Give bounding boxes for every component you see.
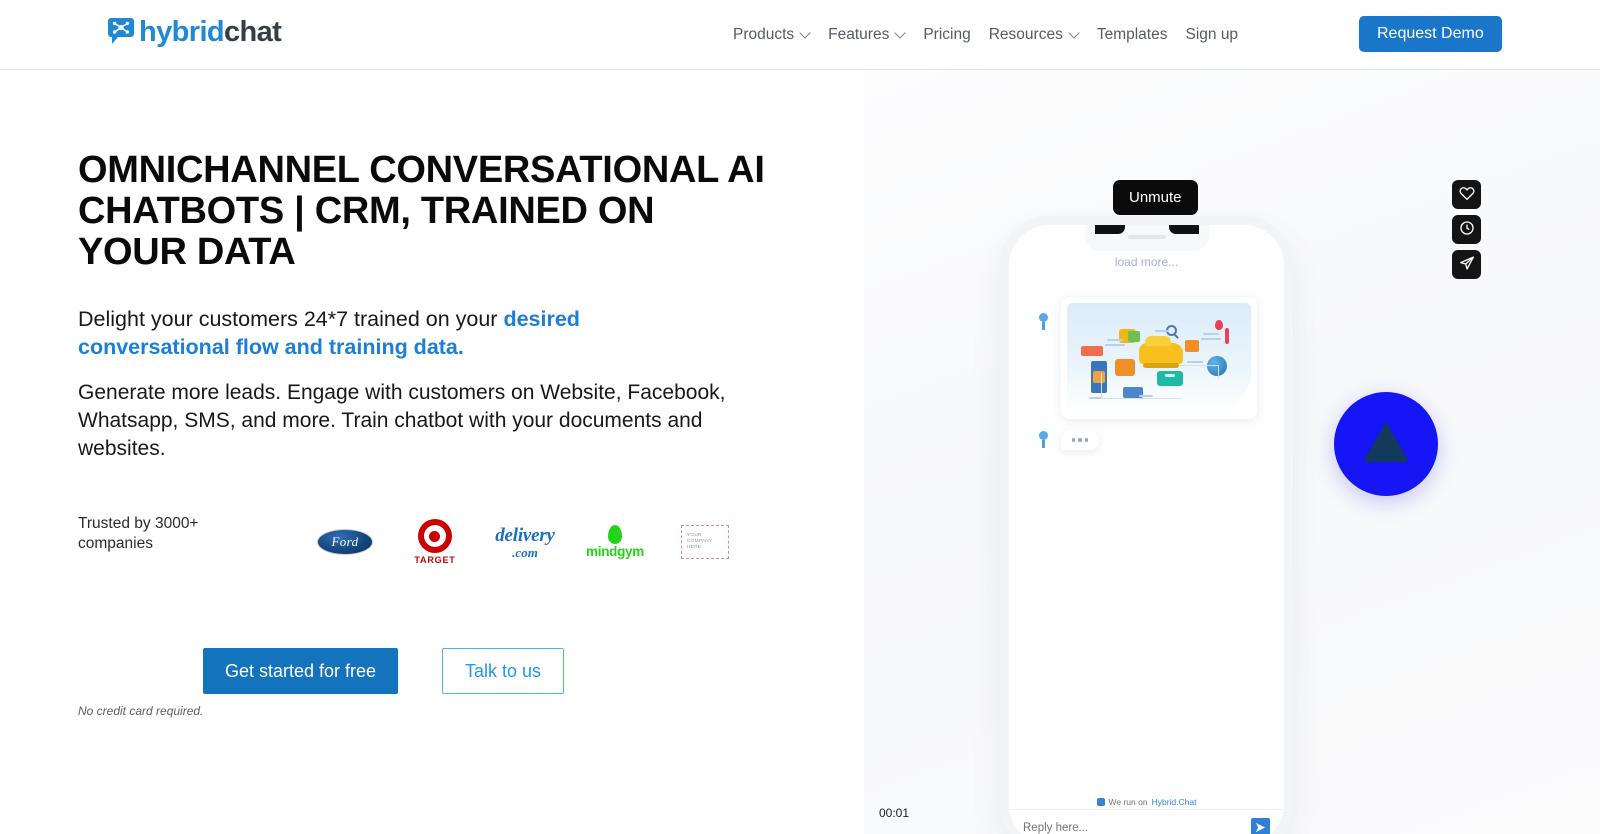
phone-mockup: load more... We run on Hybrid.Chat Reply… (1009, 225, 1284, 834)
typing-indicator (1061, 430, 1099, 450)
target-logo-text: TARGET (414, 555, 456, 565)
hero-subheading-plain: Delight your customers 24*7 trained on y… (78, 307, 504, 331)
mindgym-logo-text: mindgym (586, 544, 644, 560)
nav-label: Templates (1096, 26, 1168, 43)
chat-card-message (1061, 297, 1257, 419)
watch-later-button[interactable] (1452, 215, 1481, 244)
placeholder-logo: YOUR COMPANY HERE (660, 512, 750, 572)
phone-notch (1084, 225, 1209, 251)
notch-ear-right (1168, 225, 1199, 234)
heart-icon (1459, 185, 1475, 204)
chat-bubble-network-icon (106, 17, 136, 47)
send-paper-plane-icon (1459, 255, 1475, 274)
main-navigation: Products Features Pricing Resources Temp… (733, 0, 1247, 70)
chat-reply-bar (1009, 809, 1284, 834)
nav-item-products[interactable]: Products (733, 0, 819, 70)
powered-by-prefix: We run on (1108, 797, 1148, 807)
delivery-logo-text-top: delivery (495, 524, 555, 546)
no-credit-card-note: No credit card required. (78, 704, 204, 718)
reply-input[interactable] (1023, 821, 1251, 834)
nav-item-templates[interactable]: Templates (1088, 0, 1177, 70)
nav-item-features[interactable]: Features (819, 0, 914, 70)
chevron-down-icon (896, 29, 905, 38)
get-started-button[interactable]: Get started for free (203, 648, 398, 694)
bot-avatar (1039, 313, 1048, 330)
hero-video-player[interactable]: Unmute load more... We run on Hybrid.Cha… (864, 70, 1600, 834)
load-more-label[interactable]: load more... (1009, 255, 1284, 269)
cta-button-row: Get started for free Talk to us (203, 648, 564, 694)
brand-logo[interactable]: hybridchat (106, 16, 282, 48)
brand-wordmark-part2: chat (224, 16, 282, 48)
brand-wordmark: hybridchat (139, 16, 282, 48)
client-logo-row: Ford TARGET delivery .com mindgym YOUR C… (300, 512, 750, 572)
hero-description: Generate more leads. Engage with custome… (78, 381, 726, 460)
hybrid-chat-mark-icon (1096, 798, 1105, 806)
delivery-logo: delivery .com (480, 512, 570, 572)
nav-item-pricing[interactable]: Pricing (914, 0, 979, 70)
nav-label: Resources (988, 26, 1063, 43)
nav-label: Features (828, 26, 890, 43)
powered-by-brand: Hybrid.Chat (1151, 797, 1197, 807)
mindgym-logo: mindgym (570, 512, 660, 572)
send-arrow-icon[interactable] (1251, 818, 1270, 834)
video-side-actions (1452, 180, 1481, 279)
travel-isometric-illustration (1067, 303, 1251, 413)
bot-avatar (1039, 431, 1048, 448)
chevron-down-icon (1070, 29, 1079, 38)
nav-label: Pricing (923, 26, 971, 43)
mindgym-mark-icon (608, 525, 622, 545)
site-header: hybridchat Products Features Pricing Res… (0, 0, 1600, 70)
target-logo: TARGET (390, 512, 480, 572)
talk-to-us-button[interactable]: Talk to us (442, 648, 564, 694)
brand-wordmark-part1: hybrid (139, 16, 225, 48)
video-timestamp: 00:01 (879, 806, 910, 820)
chevron-down-icon (801, 29, 810, 38)
ford-logo: Ford (300, 512, 390, 572)
play-button[interactable] (1334, 392, 1438, 496)
play-triangle-icon (1363, 422, 1409, 462)
nav-item-signup[interactable]: Sign up (1176, 0, 1247, 70)
clock-icon (1459, 220, 1475, 239)
notch-ear-left (1094, 225, 1125, 234)
nav-label: Sign up (1185, 26, 1239, 43)
nav-label: Products (733, 26, 795, 43)
ford-logo-text: Ford (331, 534, 359, 549)
nav-item-resources[interactable]: Resources (980, 0, 1088, 70)
request-demo-button[interactable]: Request Demo (1359, 16, 1502, 52)
like-button[interactable] (1452, 180, 1481, 209)
hero-subheading: Delight your customers 24*7 trained on y… (78, 305, 718, 361)
hero-copy: OMNICHANNEL CONVERSATIONAL AI CHATBOTS |… (78, 150, 778, 463)
trusted-by-label: Trusted by 3000+ companies (78, 515, 199, 552)
page-title: OMNICHANNEL CONVERSATIONAL AI CHATBOTS |… (78, 149, 765, 273)
video-surface: Unmute load more... We run on Hybrid.Cha… (864, 70, 1600, 834)
delivery-logo-text-bottom: .com (512, 544, 538, 560)
powered-by-badge[interactable]: We run on Hybrid.Chat (1009, 797, 1284, 807)
unmute-button[interactable]: Unmute (1113, 180, 1198, 215)
placeholder-line-3: HERE (687, 545, 702, 550)
share-button[interactable] (1452, 250, 1481, 279)
trusted-by-section: Trusted by 3000+ companies Ford TARGET d… (78, 512, 778, 582)
